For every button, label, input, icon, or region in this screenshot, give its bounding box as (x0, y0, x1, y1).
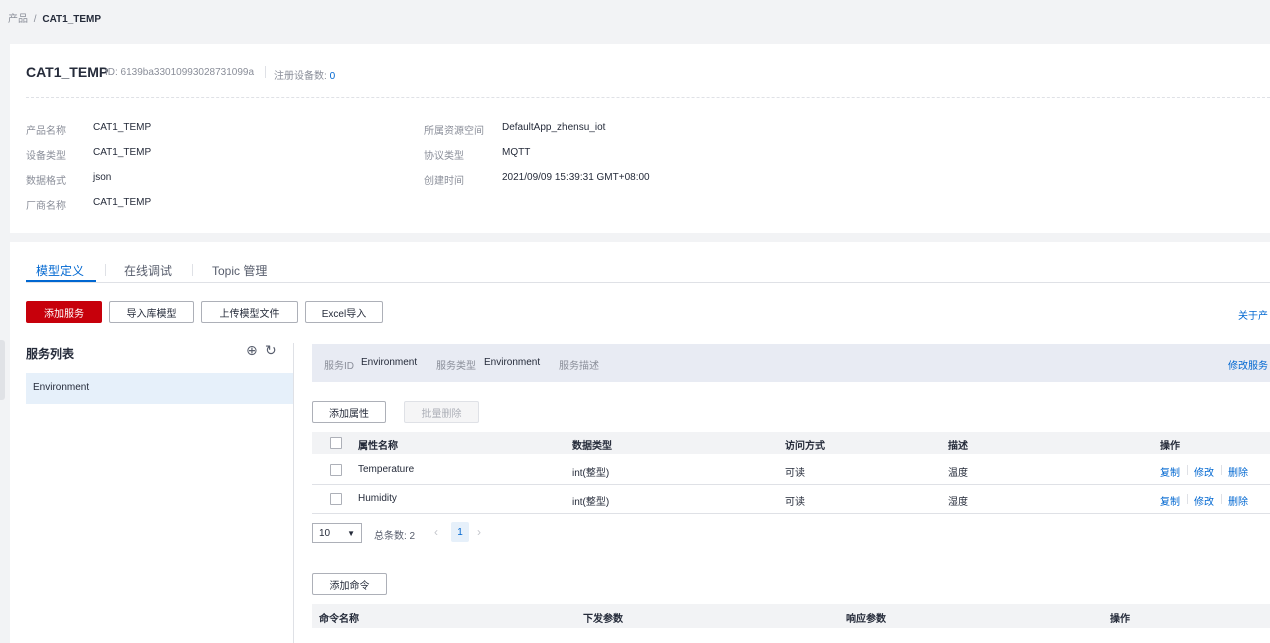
column-header-response-params: 响应参数 (846, 614, 886, 625)
service-desc-label: 服务描述 (559, 361, 599, 372)
field-value-protocol: MQTT (502, 147, 531, 158)
info-divider (26, 97, 1270, 98)
edit-link[interactable]: 修改 (1194, 493, 1214, 508)
tabs-baseline (26, 282, 1270, 283)
property-name: Temperature (358, 464, 415, 475)
service-list-item-label: Environment (33, 382, 90, 393)
upload-model-file-button[interactable]: 上传模型文件 (201, 301, 298, 323)
breadcrumb: 产品 / CAT1_TEMP (8, 10, 101, 25)
tab-topic-management[interactable]: Topic 管理 (212, 262, 267, 279)
active-tab-indicator (26, 280, 96, 282)
column-header-property-name: 属性名称 (358, 441, 398, 452)
field-label-data-format: 数据格式 (26, 176, 66, 187)
op-divider (1187, 465, 1188, 475)
field-label-protocol: 协议类型 (424, 151, 464, 162)
service-type-label: 服务类型 (436, 361, 476, 372)
property-access: 可读 (785, 497, 805, 508)
excel-import-button[interactable]: Excel导入 (305, 301, 383, 323)
column-header-send-params: 下发参数 (583, 614, 623, 625)
field-label-manufacturer: 厂商名称 (26, 201, 66, 212)
op-divider (1187, 494, 1188, 504)
page-1-button[interactable]: 1 (451, 522, 469, 542)
field-value-created-time: 2021/09/09 15:39:31 GMT+08:00 (502, 172, 650, 183)
import-library-model-button[interactable]: 导入库模型 (109, 301, 194, 323)
column-header-access: 访问方式 (785, 441, 825, 452)
product-id: ID: 6139ba33010993028731099a (105, 67, 255, 78)
row-divider (312, 513, 1270, 514)
copy-link[interactable]: 复制 (1160, 464, 1180, 479)
tab-divider (105, 264, 106, 276)
column-header-description: 描述 (948, 441, 968, 452)
registered-label: 注册设备数: (274, 71, 327, 82)
breadcrumb-current: CAT1_TEMP (42, 14, 102, 25)
property-data-type: int(整型) (572, 497, 610, 508)
field-label-resource-space: 所属资源空间 (424, 126, 484, 137)
page-size-value: 10 (319, 527, 331, 539)
page-size-select[interactable]: 10 ▼ (312, 523, 362, 543)
service-id-value: Environment (361, 357, 418, 368)
breadcrumb-separator: / (33, 14, 37, 25)
modify-service-link[interactable]: 修改服务 (1228, 357, 1268, 372)
delete-link[interactable]: 删除 (1228, 493, 1248, 508)
field-value-manufacturer: CAT1_TEMP (93, 197, 152, 208)
field-value-product-name: CAT1_TEMP (93, 122, 152, 133)
op-divider (1221, 494, 1222, 504)
refresh-icon[interactable]: ↻ (265, 342, 277, 359)
row-divider (312, 484, 1270, 485)
field-value-data-format: json (93, 172, 112, 183)
prev-page-button[interactable]: ‹ (434, 525, 438, 539)
tab-divider (192, 264, 193, 276)
field-value-resource-space: DefaultApp_zhensu_iot (502, 122, 606, 133)
product-title: CAT1_TEMP (26, 64, 109, 80)
field-label-device-type: 设备类型 (26, 151, 66, 162)
service-id-label: 服务ID (324, 361, 354, 372)
copy-link[interactable]: 复制 (1160, 493, 1180, 508)
edit-link[interactable]: 修改 (1194, 464, 1214, 479)
registered-count[interactable]: 0 (330, 71, 336, 82)
op-divider (1221, 465, 1222, 475)
service-list-title: 服务列表 (26, 347, 75, 361)
property-data-type: int(整型) (572, 468, 610, 479)
panel-divider (293, 343, 294, 643)
field-label-created-time: 创建时间 (424, 176, 464, 187)
column-header-data-type: 数据类型 (572, 441, 612, 452)
field-label-product-name: 产品名称 (26, 126, 66, 137)
row-checkbox[interactable] (330, 493, 342, 505)
breadcrumb-parent[interactable]: 产品 (8, 14, 28, 25)
row-checkbox[interactable] (330, 464, 342, 476)
add-command-button[interactable]: 添加命令 (312, 573, 387, 595)
add-service-button[interactable]: 添加服务 (26, 301, 102, 323)
property-description: 湿度 (948, 497, 968, 508)
property-name: Humidity (358, 493, 397, 504)
about-product-link[interactable]: 关于产 (1238, 307, 1268, 322)
field-value-device-type: CAT1_TEMP (93, 147, 152, 158)
sidebar-collapse-handle[interactable] (0, 340, 5, 400)
add-property-button[interactable]: 添加属性 (312, 401, 386, 423)
delete-link[interactable]: 删除 (1228, 464, 1248, 479)
column-header-command-name: 命令名称 (319, 614, 359, 625)
caret-down-icon: ▼ (347, 528, 355, 538)
tab-model-definition[interactable]: 模型定义 (36, 262, 84, 279)
column-header-command-ops: 操作 (1110, 614, 1130, 625)
batch-delete-button[interactable]: 批量删除 (404, 401, 479, 423)
select-all-checkbox[interactable] (330, 437, 342, 449)
total-count: 总条数: 2 (374, 531, 416, 542)
registered-devices: 注册设备数: 0 (274, 67, 335, 82)
property-description: 温度 (948, 468, 968, 479)
service-type-value: Environment (484, 357, 541, 368)
property-access: 可读 (785, 468, 805, 479)
next-page-button[interactable]: › (477, 525, 481, 539)
column-header-operations: 操作 (1160, 441, 1180, 452)
tab-online-debug[interactable]: 在线调试 (124, 262, 172, 279)
title-divider (265, 66, 266, 78)
add-circle-icon[interactable]: ⊕ (246, 342, 258, 359)
